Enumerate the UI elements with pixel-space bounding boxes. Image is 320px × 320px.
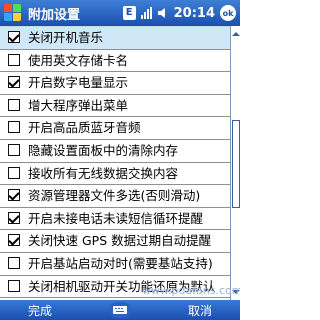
checkbox-unchecked[interactable]: [8, 98, 20, 111]
done-button[interactable]: 完成: [28, 302, 52, 319]
list-item-label: 增大程序弹出菜单: [28, 97, 129, 113]
list-item-label: 开启数字电量显示: [28, 75, 129, 91]
checkbox-unchecked[interactable]: [8, 166, 20, 179]
list-item-label: 资源管理器文件多选(否则滑动): [28, 188, 201, 204]
list-item-label: 隐藏设置面板中的清除内存: [28, 142, 179, 158]
speaker-icon: [157, 7, 169, 19]
checkbox-unchecked[interactable]: [8, 256, 20, 269]
list-item[interactable]: 关闭开机音乐: [0, 27, 240, 50]
watermark: www.pdafans.com: [142, 284, 240, 297]
list-item[interactable]: 开启高品质蓝牙音频: [0, 117, 240, 140]
list-item[interactable]: 关闭快速 GPS 数据过期自动提醒: [0, 230, 240, 253]
checkbox-unchecked[interactable]: [8, 121, 20, 134]
checkbox-checked[interactable]: [8, 189, 20, 202]
menubar: 完成 取消: [0, 300, 240, 320]
checkbox-checked[interactable]: [8, 211, 20, 224]
status-area: E 20:14 ok: [122, 5, 236, 21]
scrollbar[interactable]: [230, 26, 240, 300]
cancel-button[interactable]: 取消: [188, 302, 212, 319]
windows-start-icon[interactable]: [4, 4, 22, 22]
keyboard-icon[interactable]: [109, 302, 131, 318]
list-item[interactable]: 隐藏设置面板中的清除内存: [0, 140, 240, 163]
ok-button[interactable]: ok: [220, 5, 236, 21]
list-item[interactable]: 增大程序弹出菜单: [0, 95, 240, 118]
list-item-label: 关闭快速 GPS 数据过期自动提醒: [28, 233, 212, 249]
list-item[interactable]: 资源管理器文件多选(否则滑动): [0, 185, 240, 208]
list-item-label: 开启高品质蓝牙音频: [28, 120, 141, 136]
list-item-label: 接收所有无线数据交换内容: [28, 165, 179, 181]
list-item[interactable]: 使用英文存储卡名: [0, 50, 240, 73]
screen: 附加设置 E 20:14 ok 关闭开机音乐使用英文存储卡名 开启数字电量显示 增大…: [0, 0, 240, 320]
list-item-label: 开启基站启动对时(需要基站支持): [28, 255, 213, 271]
list-item-label: 开启未接电话未读短信循环提醒: [28, 210, 204, 226]
checkbox-checked[interactable]: [8, 76, 20, 89]
checkbox-checked[interactable]: [8, 234, 20, 247]
scroll-up-icon[interactable]: [232, 30, 240, 38]
edge-badge: E: [122, 6, 136, 20]
clock-time: 20:14: [173, 5, 215, 21]
list-item[interactable]: 开启基站启动对时(需要基站支持): [0, 253, 240, 276]
list-item[interactable]: 开启数字电量显示: [0, 72, 240, 95]
list-item-label: 关闭开机音乐: [28, 30, 104, 45]
titlebar: 附加设置 E 20:14 ok: [0, 0, 240, 26]
page-title: 附加设置: [28, 7, 81, 23]
list-item[interactable]: 开启未接电话未读短信循环提醒: [0, 208, 240, 231]
checkbox-checked[interactable]: [8, 31, 20, 43]
settings-list: 关闭开机音乐使用英文存储卡名 开启数字电量显示 增大程序弹出菜单 开启高品质蓝牙音频隐…: [0, 26, 240, 301]
list-item-label: 使用英文存储卡名: [28, 52, 129, 68]
checkbox-unchecked[interactable]: [8, 53, 20, 66]
checkbox-unchecked[interactable]: [8, 279, 20, 292]
checkbox-unchecked[interactable]: [8, 143, 20, 156]
list-item[interactable]: 接收所有无线数据交换内容: [0, 163, 240, 186]
signal-icon: [140, 7, 152, 19]
scroll-thumb[interactable]: [232, 120, 240, 208]
